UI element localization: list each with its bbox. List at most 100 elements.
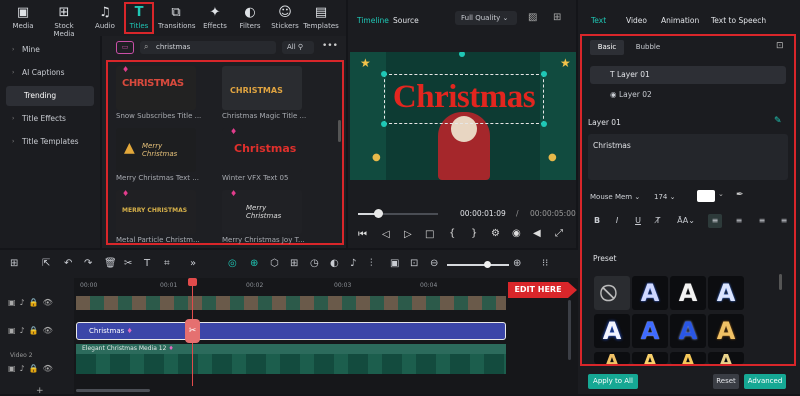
underline-icon[interactable]: U — [631, 214, 645, 228]
video-preview[interactable]: ★ ★ ● ● Christmas — [350, 52, 576, 180]
more-options-icon[interactable]: ••• — [322, 41, 338, 51]
subtab-bubble[interactable]: Bubble — [628, 40, 668, 55]
grid-view-icon[interactable]: ⁝⁝ — [542, 258, 548, 269]
preset-style[interactable]: A — [670, 352, 706, 364]
zoom-out-icon[interactable]: ⊖ — [430, 258, 438, 269]
reset-button[interactable]: Reset — [713, 374, 739, 389]
audio-mixer-icon[interactable]: ⫶ — [370, 258, 373, 269]
library-thumb[interactable]: CHRISTMAS — [222, 66, 302, 110]
effects-tab[interactable]: ✦ Effects — [200, 4, 230, 34]
preset-style[interactable]: A — [708, 314, 744, 348]
quality-dropdown[interactable]: Full Quality ⌄ — [455, 11, 517, 25]
advanced-button[interactable]: Advanced — [744, 374, 786, 389]
sidebar-item-title-templates[interactable]: Title Templates — [6, 132, 94, 152]
media-tab[interactable]: ▣ Media — [8, 4, 38, 34]
text-transform-icon[interactable]: ĀA⌄ — [673, 214, 699, 228]
layer-item-1[interactable]: T Layer 01 — [590, 66, 786, 84]
sidebar-item-mine[interactable]: Mine — [6, 40, 94, 60]
preset-style[interactable]: A — [594, 352, 630, 364]
text-content-field[interactable]: Christmas — [588, 134, 788, 180]
library-thumb[interactable]: ▲ Merry Christmas — [116, 128, 196, 172]
keyframe-icon[interactable]: ⊞ — [290, 258, 298, 269]
zoom-in-icon[interactable]: ⊕ — [513, 258, 521, 269]
snapshot-icon[interactable]: ◉ — [512, 228, 521, 239]
stickers-tab[interactable]: ☺ Stickers — [270, 4, 300, 34]
tab-animation[interactable]: Animation — [661, 16, 699, 25]
delete-icon[interactable]: 🗑 — [104, 258, 117, 269]
redo-icon[interactable]: ↷ — [84, 258, 92, 269]
text-case-icon[interactable]: T̸ — [651, 214, 665, 228]
filter-dropdown[interactable]: All ⚲ — [282, 41, 314, 54]
library-thumb[interactable]: ♦ Christmas — [222, 128, 302, 172]
color-icon[interactable]: ◐ — [330, 258, 339, 269]
playhead-handle[interactable] — [188, 278, 197, 286]
resize-handle[interactable] — [459, 52, 465, 57]
text-color-swatch[interactable] — [697, 190, 715, 202]
grid-icon[interactable]: ⊞ — [553, 12, 561, 23]
text-tool-icon[interactable]: T — [144, 258, 150, 269]
preset-none[interactable]: ⃠ — [594, 276, 630, 310]
preset-style[interactable]: A — [632, 314, 668, 348]
crop-icon[interactable]: ⌗ — [164, 258, 170, 269]
preset-style[interactable]: A — [670, 314, 706, 348]
sidebar-item-trending[interactable]: Trending — [6, 86, 94, 106]
filters-tab[interactable]: ◐ Filters — [235, 4, 265, 34]
tab-video[interactable]: Video — [626, 16, 647, 25]
align-right-icon[interactable]: ≡ — [755, 214, 769, 228]
layer-item-2[interactable]: ◉ Layer 02 — [590, 86, 786, 104]
tab-timeline[interactable]: Timeline — [357, 16, 389, 25]
title-selection-box[interactable]: Christmas — [384, 74, 544, 124]
apply-to-all-button[interactable]: Apply to All — [588, 374, 638, 389]
favorites-button[interactable]: ▭ — [116, 41, 134, 54]
sidebar-item-ai-captions[interactable]: AI Captions — [6, 63, 94, 83]
eyedropper-icon[interactable]: ✒ — [736, 190, 744, 200]
select-tool-icon[interactable]: ⇱ — [42, 258, 50, 269]
cut-icon[interactable]: ✂ — [124, 258, 132, 269]
media-clip[interactable]: Elegant Christmas Media 12 ♦ — [76, 344, 506, 374]
mark-in-icon[interactable]: { — [449, 228, 455, 239]
title-text-overlay[interactable]: Christmas — [385, 79, 543, 116]
ai-tool-icon[interactable]: ◎ — [228, 258, 237, 269]
preset-style[interactable]: A — [632, 352, 668, 364]
preset-style[interactable]: A — [708, 352, 744, 364]
tab-source[interactable]: Source — [393, 16, 419, 25]
stock-media-tab[interactable]: ⊞ Stock Media — [44, 4, 84, 38]
zoom-slider-track[interactable] — [447, 264, 509, 266]
resize-handle[interactable] — [381, 121, 387, 127]
image-icon[interactable]: ▨ — [528, 12, 537, 23]
settings-icon[interactable]: ⚙ — [491, 228, 500, 239]
fullscreen-icon[interactable]: ⤢ — [555, 228, 563, 239]
chevron-down-icon[interactable]: ⌄ — [718, 190, 724, 198]
transitions-tab[interactable]: ⧉ Transitions — [158, 4, 196, 34]
font-size-dropdown[interactable]: 174 ⌄ — [654, 190, 690, 204]
ai-edit-icon[interactable]: ✎ — [774, 116, 782, 126]
split-icon[interactable]: ⊕ — [250, 258, 258, 269]
step-back-icon[interactable]: ◁ — [382, 229, 390, 240]
tab-text[interactable]: Text — [591, 16, 606, 25]
undo-icon[interactable]: ↶ — [64, 258, 72, 269]
zoom-slider-knob[interactable] — [484, 261, 491, 268]
crop-preview-icon[interactable]: ⊡ — [410, 258, 418, 269]
stop-icon[interactable]: □ — [425, 229, 434, 240]
preset-style[interactable]: A — [632, 276, 668, 310]
title-clip[interactable]: Christmas ♦ — [76, 322, 506, 340]
speed-icon[interactable]: ◷ — [310, 258, 319, 269]
play-icon[interactable]: ▷ — [404, 229, 412, 240]
timeline-scrollbar[interactable] — [76, 389, 150, 392]
add-track-icon[interactable]: + — [36, 386, 44, 396]
library-thumb[interactable]: ♦ Merry Christmas — [222, 190, 302, 234]
align-left-icon[interactable]: ≡ — [708, 214, 722, 228]
resize-handle[interactable] — [541, 71, 547, 77]
library-thumb[interactable]: ♦ CHRISTMAS — [116, 66, 196, 110]
microphone-icon[interactable]: ♪ — [350, 258, 356, 269]
preset-style[interactable]: A — [670, 276, 706, 310]
italic-icon[interactable]: I — [610, 214, 624, 228]
library-scrollbar[interactable] — [338, 120, 341, 142]
more-tools-icon[interactable]: » — [190, 258, 196, 269]
mark-out-icon[interactable]: } — [471, 228, 477, 239]
tab-text-to-speech[interactable]: Text to Speech — [711, 16, 766, 25]
layout-icon[interactable]: ⊞ — [10, 258, 18, 269]
preset-style[interactable]: A — [594, 314, 630, 348]
save-preset-icon[interactable]: ⊡ — [776, 41, 784, 51]
playback-knob[interactable] — [374, 209, 383, 218]
